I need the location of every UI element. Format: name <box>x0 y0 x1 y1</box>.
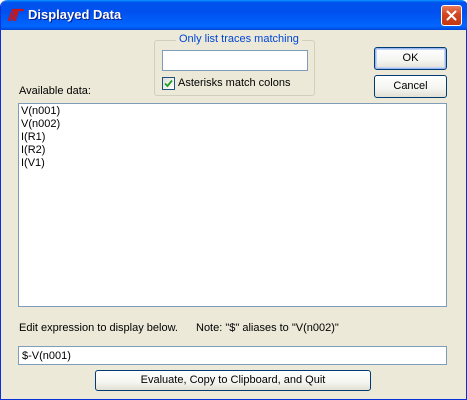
asterisks-checkbox-label[interactable]: Asterisks match colons <box>178 77 290 89</box>
checkmark-icon <box>164 79 173 88</box>
ok-button[interactable]: OK <box>374 47 447 70</box>
trace-filter-input[interactable] <box>162 50 308 71</box>
expression-input[interactable] <box>18 346 447 365</box>
filter-group-label: Only list traces matching <box>176 33 302 45</box>
list-item[interactable]: I(V1) <box>21 157 45 170</box>
asterisks-checkbox[interactable] <box>162 77 175 90</box>
window-title: Displayed Data <box>28 7 122 22</box>
close-button[interactable] <box>441 5 462 26</box>
ltspice-logo-icon <box>8 8 24 22</box>
list-item[interactable]: I(R2) <box>21 144 45 157</box>
available-data-label: Available data: <box>19 85 91 97</box>
cancel-button[interactable]: Cancel <box>374 75 447 98</box>
alias-note-label: Note: "$" aliases to "V(n002)" <box>196 322 339 334</box>
list-item[interactable]: V(n001) <box>21 105 60 118</box>
evaluate-copy-quit-button[interactable]: Evaluate, Copy to Clipboard, and Quit <box>95 370 371 391</box>
title-bar[interactable]: Displayed Data <box>1 0 467 30</box>
close-icon <box>446 10 457 21</box>
list-item[interactable]: V(n002) <box>21 118 60 131</box>
list-item[interactable]: I(R1) <box>21 131 45 144</box>
edit-expression-label: Edit expression to display below. <box>19 322 178 334</box>
available-data-list[interactable]: V(n001) V(n002) I(R1) I(R2) I(V1) <box>18 103 447 307</box>
